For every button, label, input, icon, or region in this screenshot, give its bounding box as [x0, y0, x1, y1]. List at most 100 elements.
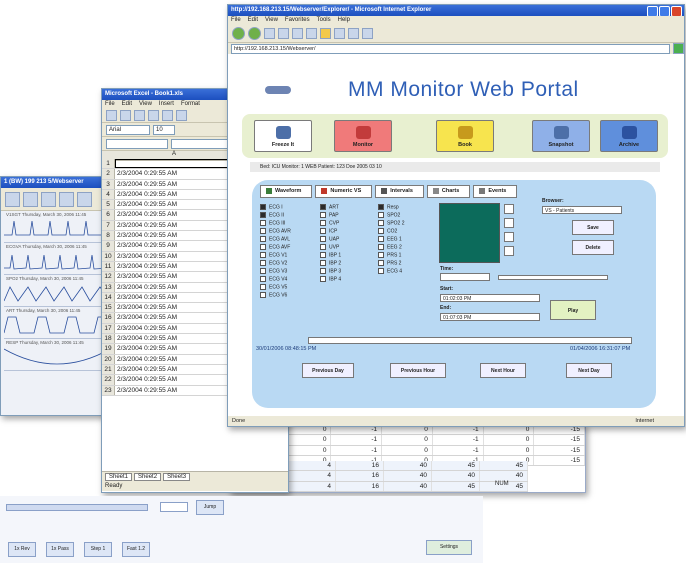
checkbox-icon[interactable]: [260, 212, 266, 218]
row-number[interactable]: 10: [102, 251, 115, 261]
menu-item-file[interactable]: File: [105, 101, 115, 107]
table-cell[interactable]: 2/3/2004 0:29:55 AM: [115, 344, 227, 353]
checkbox-icon[interactable]: [260, 252, 266, 258]
row-number[interactable]: 13: [102, 282, 115, 292]
table-cell[interactable]: 40: [480, 471, 528, 481]
table-cell[interactable]: 4: [288, 481, 336, 491]
checkbox-icon[interactable]: [320, 236, 326, 242]
checkbox-icon[interactable]: [320, 268, 326, 274]
row-number[interactable]: 23: [102, 385, 115, 395]
row-number[interactable]: 9: [102, 241, 115, 251]
table-cell[interactable]: 16: [336, 471, 384, 481]
chart-icon[interactable]: [23, 191, 38, 207]
table-cell[interactable]: 2/3/2004 0:29:55 AM: [115, 231, 227, 240]
checkbox-icon[interactable]: [378, 268, 384, 274]
table-cell[interactable]: 2/3/2004 0:29:55 AM: [115, 355, 227, 364]
checkbox-icon[interactable]: [260, 220, 266, 226]
menu-item-view[interactable]: View: [139, 101, 152, 107]
channel-checkbox[interactable]: IBP 4: [320, 276, 341, 283]
playback-slider[interactable]: [6, 504, 148, 511]
table-cell[interactable]: -1: [433, 435, 484, 445]
table-cell[interactable]: 45: [432, 461, 480, 471]
row-number[interactable]: 12: [102, 272, 115, 282]
menu-item-favorites[interactable]: Favorites: [285, 17, 310, 23]
menu-item-tools[interactable]: Tools: [317, 17, 331, 23]
table-cell[interactable]: 16: [336, 481, 384, 491]
table-cell[interactable]: 2/3/2004 0:29:55 AM: [115, 313, 227, 322]
table-cell[interactable]: 0: [484, 445, 535, 455]
channel-checkbox[interactable]: PRS 2: [378, 260, 401, 267]
rev-button[interactable]: 1x Rev: [8, 542, 36, 557]
play-button[interactable]: Play: [550, 300, 596, 320]
channel-checkbox[interactable]: ECG V3: [260, 268, 287, 275]
row-number[interactable]: 17: [102, 323, 115, 334]
timeline-slider[interactable]: [308, 337, 632, 344]
table-cell[interactable]: 2/3/2004 0:29:55 AM: [115, 272, 227, 281]
table-cell[interactable]: 0: [484, 435, 535, 445]
row-number[interactable]: 21: [102, 364, 115, 375]
table-cell[interactable]: 2/3/2004 0:29:55 AM: [115, 324, 227, 333]
menu-item-format[interactable]: Format: [181, 101, 200, 107]
table-cell[interactable]: 4: [288, 461, 336, 471]
checkbox-icon[interactable]: [378, 212, 384, 218]
checkbox-icon[interactable]: [320, 252, 326, 258]
table-cell[interactable]: 16: [336, 461, 384, 471]
nav-archive-button[interactable]: Archive: [600, 120, 658, 152]
table-cell[interactable]: 45: [432, 481, 480, 491]
checkbox-icon[interactable]: [378, 220, 384, 226]
table-cell[interactable]: 45: [480, 461, 528, 471]
table-cell[interactable]: 40: [384, 471, 432, 481]
nav-monitor-button[interactable]: Monitor: [334, 120, 392, 152]
checkbox-icon[interactable]: [260, 244, 266, 250]
tab-charts[interactable]: Charts: [426, 185, 471, 198]
channel-checkbox[interactable]: ECG I: [260, 204, 283, 211]
close-button[interactable]: [671, 6, 682, 16]
mail-icon[interactable]: [348, 28, 359, 39]
checkbox-icon[interactable]: [378, 260, 384, 266]
time-range-slider[interactable]: [498, 275, 608, 280]
channel-checkbox[interactable]: ECG III: [260, 220, 285, 227]
add-icon[interactable]: [504, 218, 514, 228]
channel-checkbox[interactable]: IBP 1: [320, 252, 341, 259]
channel-checkbox[interactable]: EEG 1: [378, 236, 402, 243]
checkbox-icon[interactable]: [260, 228, 266, 234]
channel-checkbox[interactable]: IBP 3: [320, 268, 341, 275]
remove-icon[interactable]: [504, 232, 514, 242]
table-cell[interactable]: 2/3/2004 0:29:55 AM: [115, 169, 227, 178]
nav-snapshot-button[interactable]: Snapshot: [532, 120, 590, 152]
checkbox-icon[interactable]: [320, 276, 326, 282]
checkbox-icon[interactable]: [378, 228, 384, 234]
menu-item-file[interactable]: File: [231, 17, 241, 23]
print-icon[interactable]: [148, 110, 159, 121]
channel-checkbox[interactable]: ECG V5: [260, 284, 287, 291]
tab-waveform[interactable]: Waveform: [260, 185, 313, 198]
forward-icon[interactable]: [248, 27, 261, 40]
table-cell[interactable]: 2/3/2004 0:29:55 AM: [115, 262, 227, 271]
settings-button[interactable]: Settings: [426, 540, 472, 555]
table-cell[interactable]: -1: [433, 445, 484, 455]
menu-item-edit[interactable]: Edit: [122, 101, 132, 107]
previous-hour-button[interactable]: Previous Hour: [390, 363, 446, 378]
checkbox-icon[interactable]: [378, 244, 384, 250]
sheet-tab[interactable]: Sheet3: [163, 473, 191, 481]
chart-icon[interactable]: [41, 191, 56, 207]
spell-icon[interactable]: [176, 110, 187, 121]
channel-checkbox[interactable]: SPO2 2: [378, 220, 405, 227]
table-cell[interactable]: 2/3/2004 0:29:55 AM: [115, 190, 227, 199]
new-icon[interactable]: [106, 110, 117, 121]
favorites-icon[interactable]: [320, 28, 331, 39]
time-field[interactable]: [440, 273, 490, 281]
checkbox-icon[interactable]: [260, 276, 266, 282]
print-icon[interactable]: [362, 28, 373, 39]
row-number[interactable]: 5: [102, 200, 115, 210]
checkbox-icon[interactable]: [320, 260, 326, 266]
open-icon[interactable]: [120, 110, 131, 121]
channel-checkbox[interactable]: ECG V2: [260, 260, 287, 267]
table-cell[interactable]: 2/3/2004 0:29:55 AM: [115, 252, 227, 261]
address-box[interactable]: http://192.168.213.15/Webserver/: [231, 43, 670, 54]
table-cell[interactable]: 2/3/2004 0:29:55 AM: [115, 386, 227, 395]
table-cell[interactable]: 40: [432, 471, 480, 481]
channel-checkbox[interactable]: PRS 1: [378, 252, 401, 259]
checkbox-icon[interactable]: [260, 204, 266, 210]
table-cell[interactable]: 2/3/2004 0:29:55 AM: [115, 303, 227, 312]
